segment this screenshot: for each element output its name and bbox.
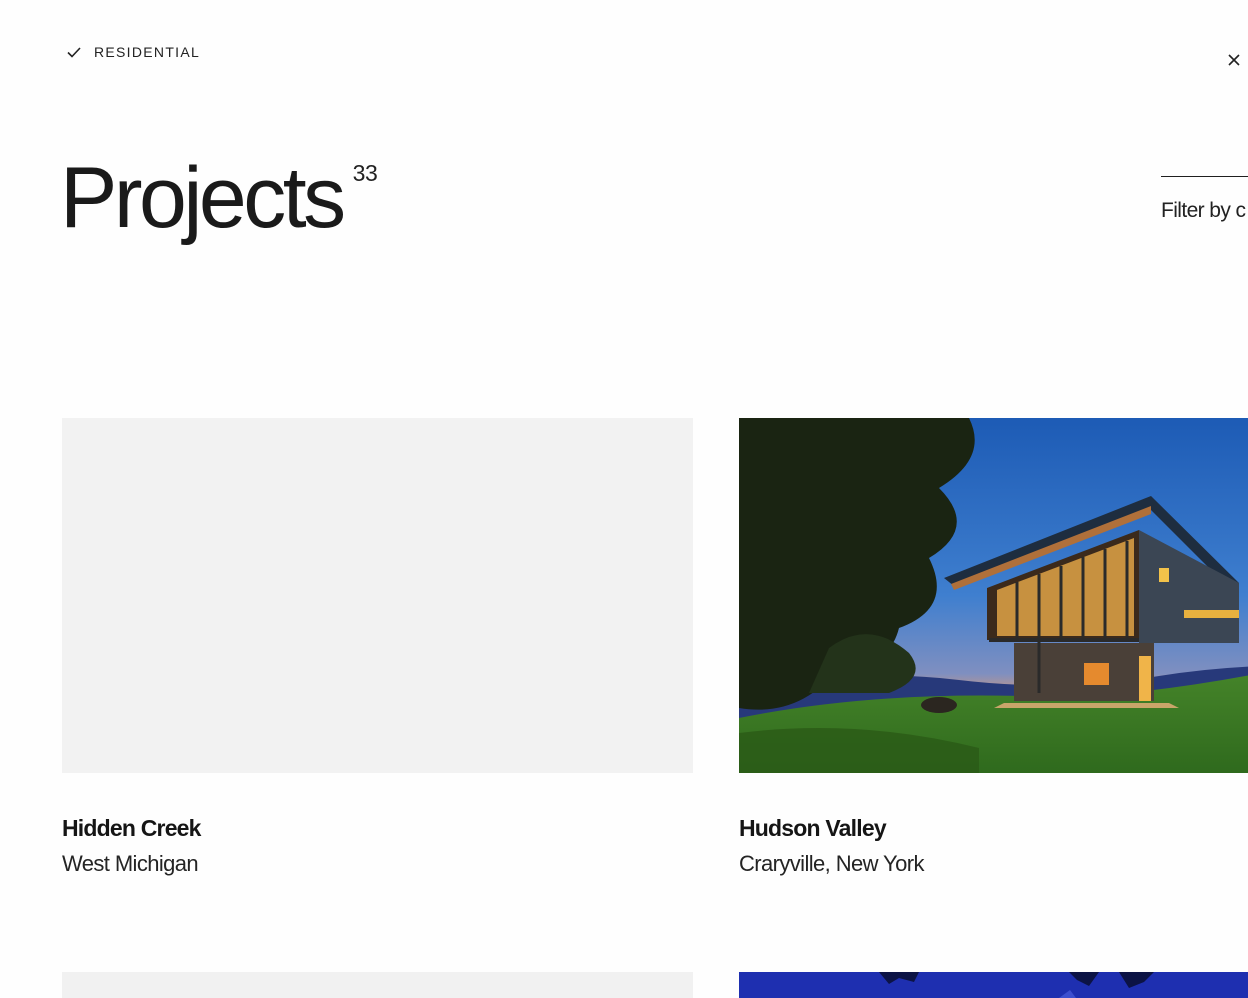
filter-by-category-select[interactable]: Filter by c: [1161, 176, 1248, 223]
filter-select-label: Filter by c: [1161, 199, 1246, 222]
project-image-placeholder[interactable]: [62, 972, 693, 998]
check-icon: [67, 47, 81, 58]
project-card-hudson-valley[interactable]: Hudson Valley Craryville, New York: [739, 418, 1248, 877]
project-image-placeholder: [62, 418, 693, 773]
active-filter-residential[interactable]: RESIDENTIAL: [66, 44, 200, 60]
project-image: [739, 418, 1248, 773]
close-button[interactable]: [1224, 50, 1244, 70]
project-name: Hudson Valley: [739, 815, 887, 841]
project-name: Hidden Creek: [62, 815, 201, 841]
close-icon: [1228, 54, 1240, 66]
project-location: Craryville, New York: [739, 851, 924, 876]
active-filter-label: RESIDENTIAL: [94, 44, 201, 60]
project-image[interactable]: [739, 972, 1248, 998]
project-location: West Michigan: [62, 851, 199, 876]
project-count: 33: [352, 160, 378, 186]
page-heading: Projects 33: [60, 150, 378, 246]
page-title: Projects: [60, 150, 346, 246]
projects-page: RESIDENTIAL Projects 33 Filter by c Hidd…: [0, 0, 1248, 998]
project-card-hidden-creek[interactable]: Hidden Creek West Michigan: [62, 418, 693, 877]
